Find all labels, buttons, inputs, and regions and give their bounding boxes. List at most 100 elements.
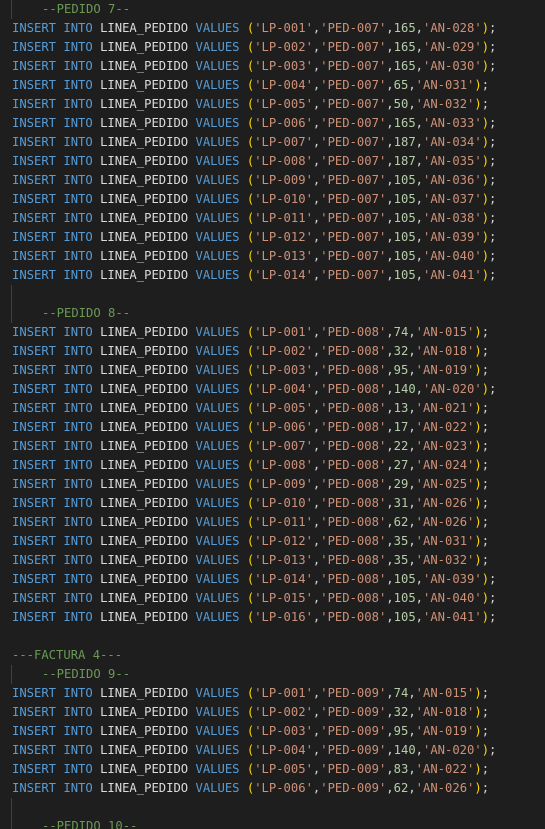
code-line[interactable]: INSERT INTO LINEA_PEDIDO VALUES ('LP-001… [0, 684, 545, 703]
code-line[interactable]: INSERT INTO LINEA_PEDIDO VALUES ('LP-011… [0, 513, 545, 532]
value-an: 'AN-033' [423, 116, 482, 130]
table-name: LINEA_PEDIDO [100, 515, 189, 529]
code-line[interactable]: INSERT INTO LINEA_PEDIDO VALUES ('LP-003… [0, 722, 545, 741]
value-qty: 165 [393, 116, 416, 130]
close-paren: ) [481, 211, 490, 225]
code-line[interactable]: INSERT INTO LINEA_PEDIDO VALUES ('LP-007… [0, 133, 545, 152]
close-paren: ) [481, 230, 490, 244]
code-editor[interactable]: --PEDIDO 7-- INSERT INTO LINEA_PEDIDO VAL… [0, 0, 545, 829]
semicolon: ; [489, 230, 497, 244]
code-line[interactable]: INSERT INTO LINEA_PEDIDO VALUES ('LP-002… [0, 342, 545, 361]
code-line[interactable]: INSERT INTO LINEA_PEDIDO VALUES ('LP-006… [0, 779, 545, 798]
code-line[interactable]: INSERT INTO LINEA_PEDIDO VALUES ('LP-004… [0, 76, 545, 95]
close-paren: ) [474, 439, 482, 453]
code-line[interactable]: INSERT INTO LINEA_PEDIDO VALUES ('LP-008… [0, 152, 545, 171]
comma: , [386, 382, 394, 396]
code-line[interactable]: INSERT INTO LINEA_PEDIDO VALUES ('LP-005… [0, 760, 545, 779]
value-qty: 27 [393, 458, 409, 472]
code-line[interactable]: INSERT INTO LINEA_PEDIDO VALUES ('LP-014… [0, 266, 545, 285]
block-comment-line[interactable]: --PEDIDO 7-- [0, 0, 545, 19]
close-paren: ) [481, 591, 490, 605]
semicolon: ; [481, 781, 490, 795]
code-line[interactable]: INSERT INTO LINEA_PEDIDO VALUES ('LP-005… [0, 95, 545, 114]
keyword-into: INTO [63, 230, 93, 244]
keyword-values: VALUES [195, 40, 240, 54]
keyword-values: VALUES [195, 21, 240, 35]
code-line[interactable]: INSERT INTO LINEA_PEDIDO VALUES ('LP-004… [0, 741, 545, 760]
close-paren: ) [474, 325, 482, 339]
code-line[interactable]: INSERT INTO LINEA_PEDIDO VALUES ('LP-012… [0, 532, 545, 551]
comma: , [386, 230, 394, 244]
code-line[interactable]: INSERT INTO LINEA_PEDIDO VALUES ('LP-005… [0, 399, 545, 418]
value-lp: 'LP-003' [254, 724, 313, 738]
section-comment-line[interactable]: ---FACTURA 4--- [0, 646, 545, 665]
value-ped: 'PED-009' [320, 705, 387, 719]
close-paren: ) [474, 97, 482, 111]
code-line[interactable]: INSERT INTO LINEA_PEDIDO VALUES ('LP-009… [0, 171, 545, 190]
keyword-into: INTO [63, 363, 93, 377]
keyword-into: INTO [63, 40, 93, 54]
code-line[interactable]: INSERT INTO LINEA_PEDIDO VALUES ('LP-004… [0, 380, 545, 399]
code-line[interactable]: INSERT INTO LINEA_PEDIDO VALUES ('LP-002… [0, 38, 545, 57]
comma: , [415, 40, 423, 54]
keyword-into: INTO [63, 382, 93, 396]
comma: , [386, 211, 394, 225]
value-lp: 'LP-014' [254, 268, 313, 282]
close-paren: ) [474, 686, 482, 700]
code-line[interactable]: INSERT INTO LINEA_PEDIDO VALUES ('LP-001… [0, 323, 545, 342]
code-line[interactable]: INSERT INTO LINEA_PEDIDO VALUES ('LP-013… [0, 551, 545, 570]
code-line[interactable]: INSERT INTO LINEA_PEDIDO VALUES ('LP-008… [0, 456, 545, 475]
keyword-values: VALUES [195, 78, 240, 92]
code-line[interactable]: INSERT INTO LINEA_PEDIDO VALUES ('LP-002… [0, 703, 545, 722]
close-paren: ) [481, 116, 490, 130]
keyword-insert: INSERT [12, 382, 57, 396]
code-line[interactable]: INSERT INTO LINEA_PEDIDO VALUES ('LP-015… [0, 589, 545, 608]
table-name: LINEA_PEDIDO [100, 458, 189, 472]
code-line[interactable]: INSERT INTO LINEA_PEDIDO VALUES ('LP-009… [0, 475, 545, 494]
code-line[interactable]: INSERT INTO LINEA_PEDIDO VALUES ('LP-013… [0, 247, 545, 266]
code-line[interactable]: INSERT INTO LINEA_PEDIDO VALUES ('LP-001… [0, 19, 545, 38]
code-line[interactable]: INSERT INTO LINEA_PEDIDO VALUES ('LP-007… [0, 437, 545, 456]
semicolon: ; [481, 762, 490, 776]
value-qty: 105 [393, 610, 416, 624]
code-line[interactable]: INSERT INTO LINEA_PEDIDO VALUES ('LP-003… [0, 361, 545, 380]
value-lp: 'LP-008' [254, 458, 313, 472]
semicolon: ; [489, 743, 497, 757]
keyword-insert: INSERT [12, 724, 57, 738]
code-line[interactable]: INSERT INTO LINEA_PEDIDO VALUES ('LP-003… [0, 57, 545, 76]
code-line[interactable]: INSERT INTO LINEA_PEDIDO VALUES ('LP-006… [0, 114, 545, 133]
block-comment-line[interactable]: --PEDIDO 9-- [0, 665, 545, 684]
value-an: 'AN-019' [415, 724, 475, 738]
block-comment-line[interactable]: --PEDIDO 10-- [0, 817, 545, 829]
keyword-values: VALUES [195, 477, 240, 491]
blank-line[interactable] [0, 798, 545, 817]
semicolon: ; [489, 154, 497, 168]
indent-guide [11, 665, 12, 684]
value-ped: 'PED-009' [320, 781, 387, 795]
semicolon: ; [489, 591, 497, 605]
blank-line[interactable] [0, 627, 545, 646]
code-line[interactable]: INSERT INTO LINEA_PEDIDO VALUES ('LP-010… [0, 190, 545, 209]
comma: , [415, 211, 423, 225]
code-line[interactable]: INSERT INTO LINEA_PEDIDO VALUES ('LP-011… [0, 209, 545, 228]
value-qty: 13 [393, 401, 409, 415]
block-comment-line[interactable]: --PEDIDO 8-- [0, 304, 545, 323]
code-line[interactable]: INSERT INTO LINEA_PEDIDO VALUES ('LP-014… [0, 570, 545, 589]
value-an: 'AN-041' [423, 268, 482, 282]
blank-line[interactable] [0, 285, 545, 304]
comma: , [386, 458, 394, 472]
code-line[interactable]: INSERT INTO LINEA_PEDIDO VALUES ('LP-006… [0, 418, 545, 437]
comma: , [386, 610, 394, 624]
value-ped: 'PED-008' [320, 496, 387, 510]
table-name: LINEA_PEDIDO [100, 97, 189, 111]
value-an: 'AN-025' [415, 477, 475, 491]
keyword-values: VALUES [195, 192, 240, 206]
value-ped: 'PED-007' [320, 97, 387, 111]
code-line[interactable]: INSERT INTO LINEA_PEDIDO VALUES ('LP-012… [0, 228, 545, 247]
keyword-insert: INSERT [12, 21, 57, 35]
code-line[interactable]: INSERT INTO LINEA_PEDIDO VALUES ('LP-016… [0, 608, 545, 627]
value-qty: 29 [393, 477, 409, 491]
code-line[interactable]: INSERT INTO LINEA_PEDIDO VALUES ('LP-010… [0, 494, 545, 513]
comma: , [415, 610, 423, 624]
value-ped: 'PED-008' [320, 477, 387, 491]
